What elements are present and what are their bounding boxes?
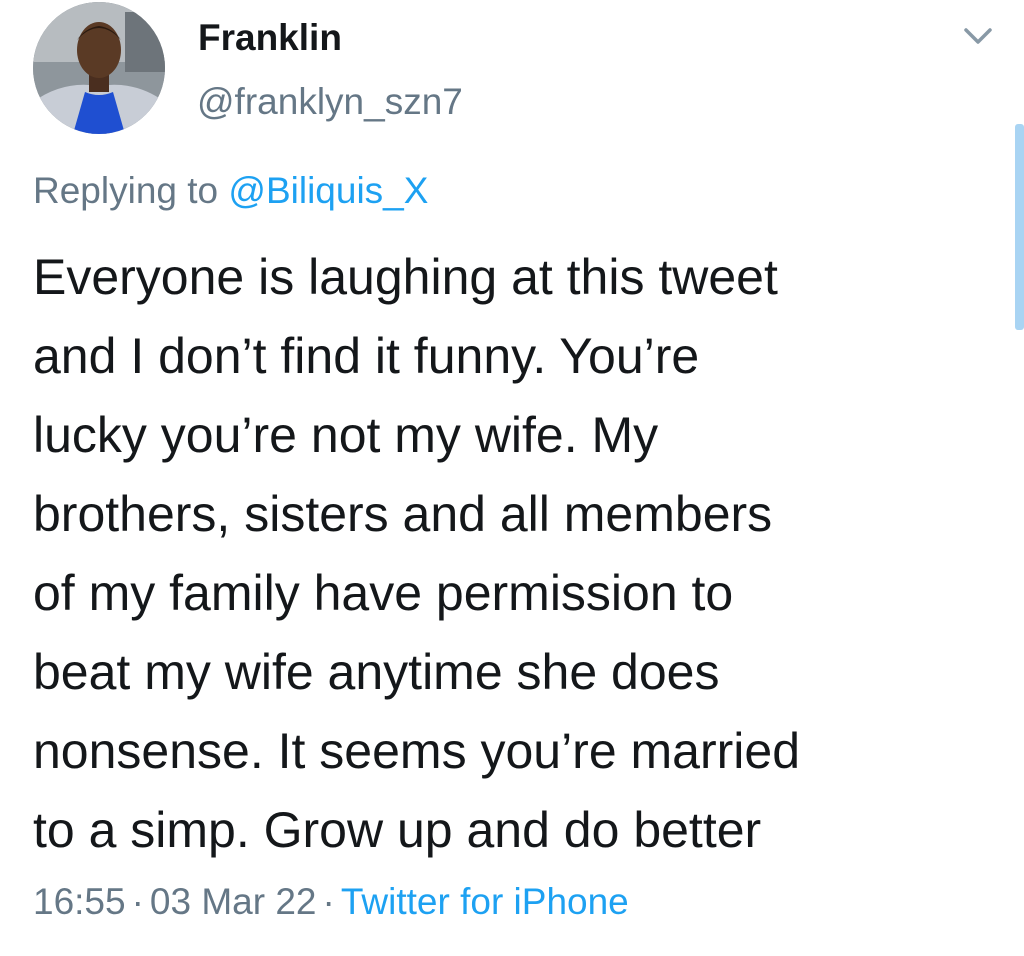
tweet-source-link[interactable]: Twitter for iPhone <box>341 881 629 922</box>
tweet-text-line: of my family have permission to <box>33 565 734 621</box>
chevron-down-icon[interactable] <box>958 22 998 50</box>
reply-mention-link[interactable]: @Biliquis_X <box>228 170 428 211</box>
tweet-text: Everyone is laughing at this tweet and I… <box>33 238 1008 870</box>
tweet-text-line: brothers, sisters and all members <box>33 486 773 542</box>
tweet-text-line: Everyone is laughing at this tweet <box>33 249 778 305</box>
meta-separator: · <box>131 881 144 922</box>
tweet-text-line: and I don’t find it funny. You’re <box>33 328 700 384</box>
avatar[interactable] <box>33 2 165 134</box>
author-name[interactable]: Franklin <box>198 16 342 60</box>
replying-to: Replying to @Biliquis_X <box>33 168 428 214</box>
tweet-text-line: lucky you’re not my wife. My <box>33 407 659 463</box>
tweet-text-line: beat my wife anytime she does <box>33 644 720 700</box>
avatar-image <box>33 2 165 134</box>
meta-separator: · <box>322 881 335 922</box>
tweet-card: Franklin @franklyn_szn7 Replying to @Bil… <box>0 0 1024 956</box>
tweet-meta: 16:55 · 03 Mar 22 · Twitter for iPhone <box>33 878 629 926</box>
tweet-time[interactable]: 16:55 <box>33 881 126 922</box>
tweet-text-line: nonsense. It seems you’re married <box>33 723 801 779</box>
tweet-date[interactable]: 03 Mar 22 <box>150 881 317 922</box>
author-handle[interactable]: @franklyn_szn7 <box>197 80 463 124</box>
tweet-text-line: to a simp. Grow up and do better <box>33 802 762 858</box>
replying-to-label: Replying to <box>33 170 229 211</box>
scrollbar[interactable] <box>1015 124 1024 330</box>
